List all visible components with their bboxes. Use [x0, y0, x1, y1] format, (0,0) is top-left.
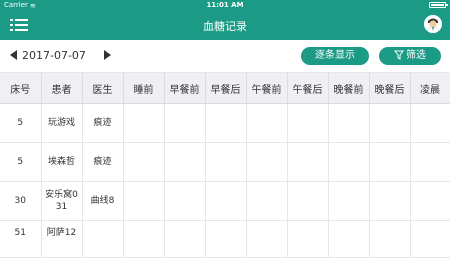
table-row[interactable]: 51 阿萨12	[0, 220, 450, 258]
column-header: 早餐前	[164, 73, 206, 104]
glucose-cell[interactable]	[246, 142, 288, 182]
battery-icon	[429, 2, 448, 8]
doctor-avatar-icon[interactable]	[424, 15, 442, 33]
glucose-cell[interactable]	[123, 220, 165, 258]
column-header: 晚餐后	[369, 73, 411, 104]
table-header-row: 床号 患者 医生 睡前 早餐前 早餐后 午餐前 午餐后 晚餐前 晚餐后 凌晨	[0, 73, 450, 104]
glucose-cell[interactable]	[205, 142, 247, 182]
glucose-cell[interactable]	[205, 103, 247, 143]
table-row[interactable]: 30 安乐窝031 曲线8	[0, 181, 450, 221]
glucose-cell[interactable]	[164, 142, 206, 182]
column-header: 睡前	[123, 73, 165, 104]
clock: 11:01 AM	[206, 1, 244, 9]
doctor-cell: 痕迹	[82, 142, 124, 182]
glucose-cell[interactable]	[246, 181, 288, 221]
funnel-icon	[394, 50, 404, 60]
glucose-cell[interactable]	[246, 220, 288, 258]
column-header: 医生	[82, 73, 124, 104]
table-row[interactable]: 5 埃森哲 痕迹	[0, 142, 450, 182]
glucose-cell[interactable]	[205, 181, 247, 221]
table-row[interactable]: 5 玩游戏 痕迹	[0, 103, 450, 143]
column-header: 床号	[0, 73, 42, 104]
glucose-cell[interactable]	[369, 220, 411, 258]
page-title: 血糖记录	[203, 20, 247, 33]
patient-cell: 安乐窝031	[41, 181, 83, 221]
patient-cell: 玩游戏	[41, 103, 83, 143]
doctor-cell: 曲线8	[82, 181, 124, 221]
glucose-cell[interactable]	[328, 220, 370, 258]
glucose-cell[interactable]	[287, 103, 329, 143]
glucose-cell[interactable]	[123, 142, 165, 182]
glucose-cell[interactable]	[287, 220, 329, 258]
column-header: 晚餐前	[328, 73, 370, 104]
glucose-cell[interactable]	[328, 142, 370, 182]
date-toolbar: 2017-07-07 逐条显示 筛选	[0, 40, 450, 73]
glucose-cell[interactable]	[369, 181, 411, 221]
show-detail-button[interactable]: 逐条显示	[301, 47, 369, 65]
status-bar: Carrier ≋ 11:01 AM	[0, 0, 450, 10]
glucose-cell[interactable]	[246, 103, 288, 143]
glucose-cell[interactable]	[369, 142, 411, 182]
glucose-cell[interactable]	[164, 103, 206, 143]
glucose-cell[interactable]	[205, 220, 247, 258]
glucose-cell[interactable]	[369, 103, 411, 143]
column-header: 早餐后	[205, 73, 247, 104]
glucose-cell[interactable]	[164, 220, 206, 258]
glucose-cell[interactable]	[410, 103, 450, 143]
glucose-cell[interactable]	[410, 142, 450, 182]
column-header: 午餐后	[287, 73, 329, 104]
glucose-cell[interactable]	[287, 181, 329, 221]
glucose-cell[interactable]	[123, 103, 165, 143]
glucose-cell[interactable]	[410, 220, 450, 258]
bed-cell: 51	[0, 220, 42, 258]
nav-bar: 血糖记录	[0, 10, 450, 40]
column-header: 患者	[41, 73, 83, 104]
doctor-cell: 痕迹	[82, 103, 124, 143]
doctor-cell	[82, 220, 124, 258]
bed-cell: 5	[0, 103, 42, 143]
filter-button[interactable]: 筛选	[379, 47, 441, 65]
patient-cell: 阿萨12	[41, 220, 83, 258]
filter-label: 筛选	[406, 50, 426, 61]
bed-cell: 30	[0, 181, 42, 221]
column-header: 午餐前	[246, 73, 288, 104]
glucose-cell[interactable]	[328, 181, 370, 221]
glucose-table: 床号 患者 医生 睡前 早餐前 早餐后 午餐前 午餐后 晚餐前 晚餐后 凌晨 5…	[0, 73, 450, 258]
patient-cell: 埃森哲	[41, 142, 83, 182]
current-date[interactable]: 2017-07-07	[22, 49, 86, 62]
bed-cell: 5	[0, 142, 42, 182]
glucose-cell[interactable]	[164, 181, 206, 221]
column-header: 凌晨	[410, 73, 450, 104]
glucose-cell[interactable]	[328, 103, 370, 143]
glucose-cell[interactable]	[287, 142, 329, 182]
glucose-cell[interactable]	[123, 181, 165, 221]
next-date-icon[interactable]	[104, 50, 111, 60]
prev-date-icon[interactable]	[10, 50, 17, 60]
glucose-cell[interactable]	[410, 181, 450, 221]
